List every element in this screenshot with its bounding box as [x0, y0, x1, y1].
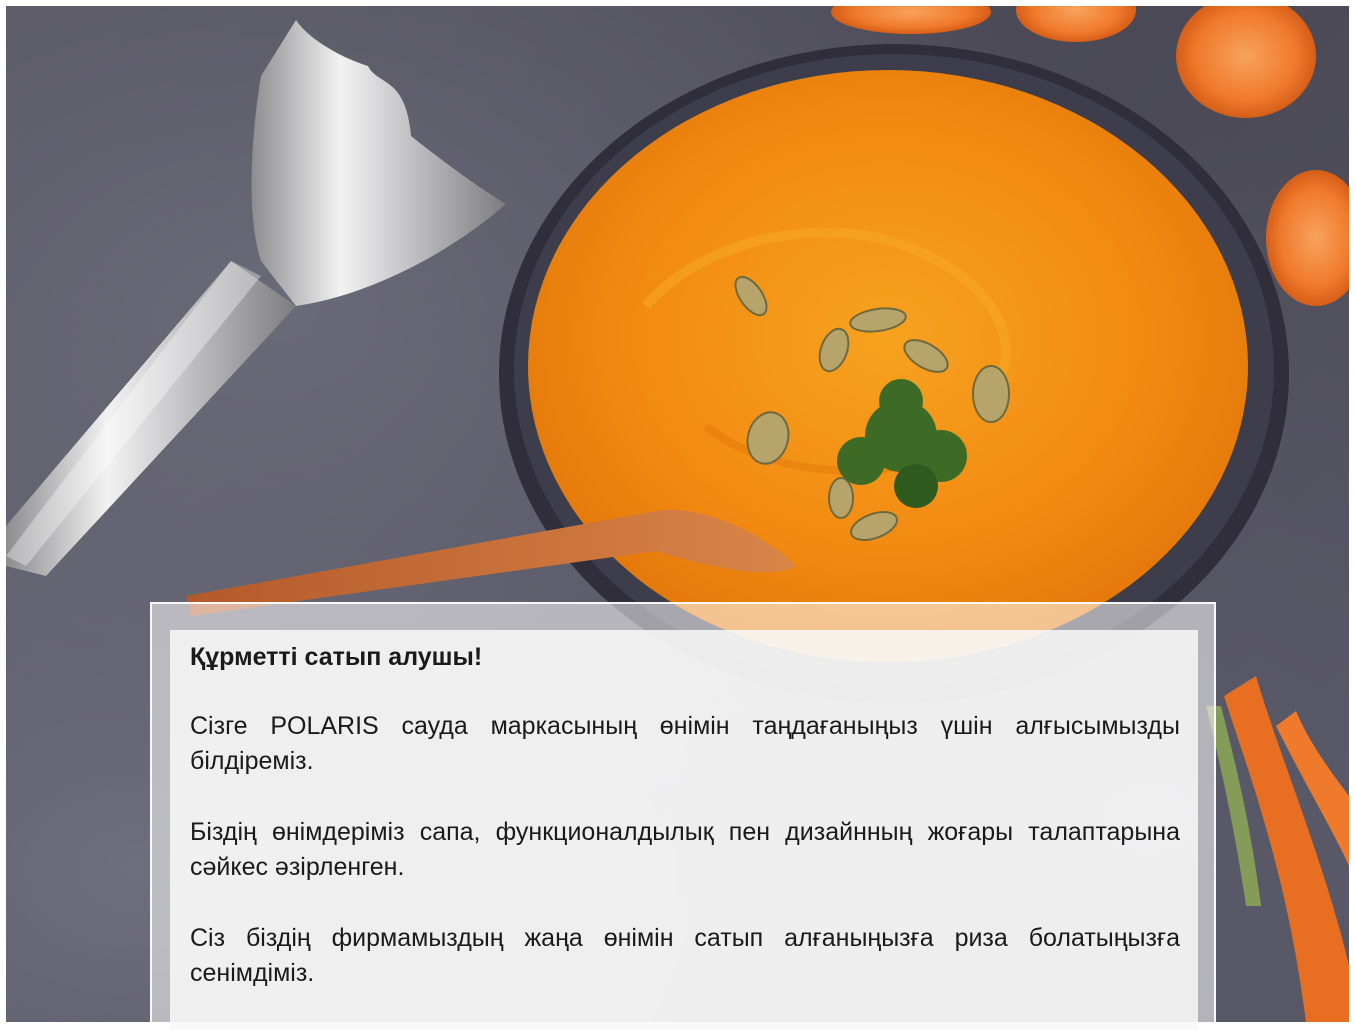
carrots [1206, 676, 1349, 1022]
blender-attachment [6, 20, 506, 576]
paragraph-satisfaction: Сіз біздің фирмамыздың жаңа өнімін сатып… [190, 924, 1180, 987]
paragraph-thanks: Сізге POLARIS сауда маркасының өнімін та… [190, 712, 1180, 775]
intro-text: Құрметті сатып алушы! Сізге POLARIS сауд… [190, 640, 1180, 1027]
greeting-heading: Құрметті сатып алушы! [190, 643, 483, 671]
paragraph-quality: Біздің өнімдеріміз сапа, функционалдылық… [190, 818, 1180, 881]
